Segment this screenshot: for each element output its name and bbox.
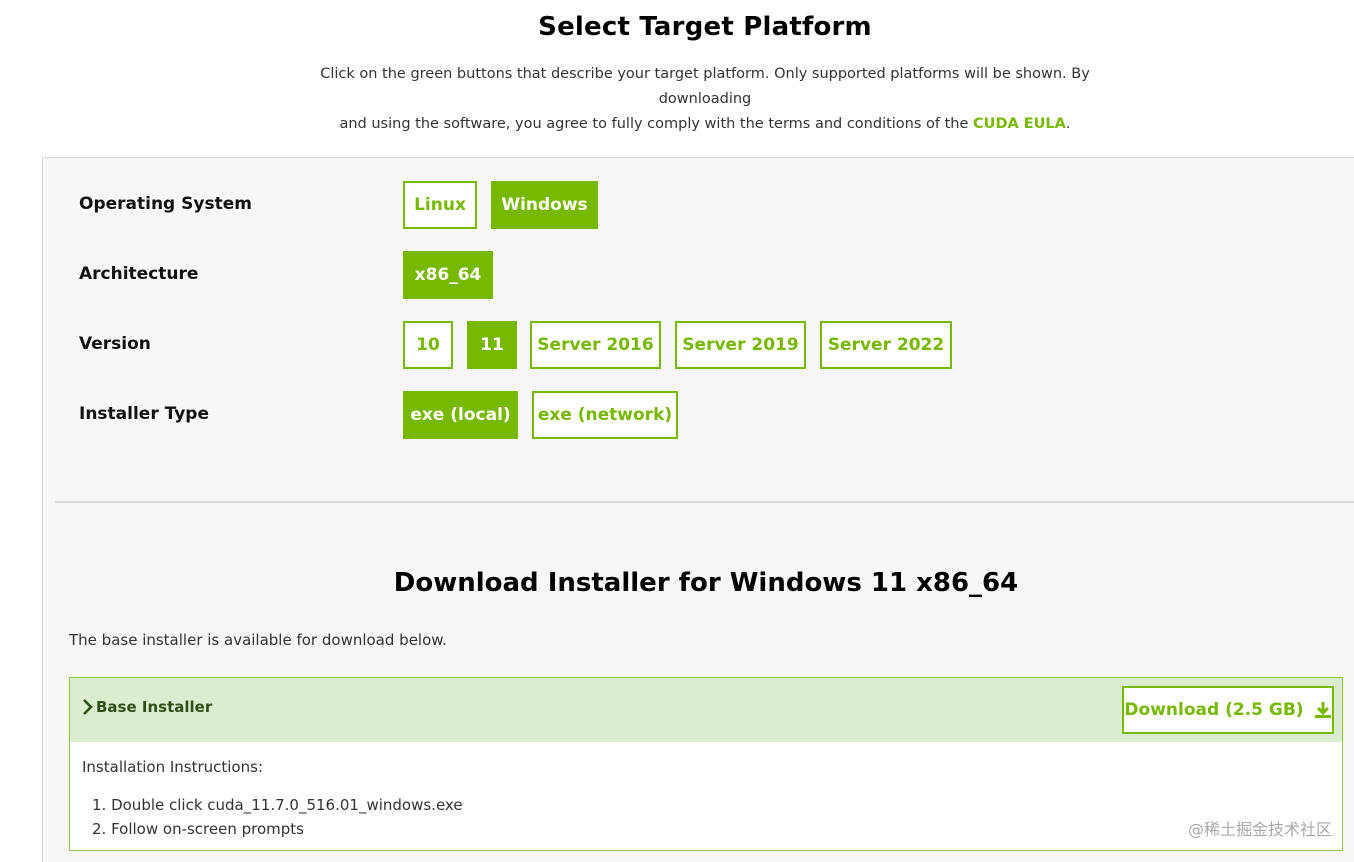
os-label: Operating System <box>79 194 252 214</box>
section-divider <box>55 501 1354 503</box>
description-line-2-end: . <box>1065 116 1071 132</box>
version-label: Version <box>79 334 151 354</box>
download-button[interactable]: Download (2.5 GB) <box>1122 686 1334 734</box>
page: Select Target Platform Click on the gree… <box>0 0 1354 862</box>
version-server-2022-button[interactable]: Server 2022 <box>820 321 952 369</box>
installation-step: 1. Double click cuda_11.7.0_516.01_windo… <box>92 796 463 814</box>
download-icon <box>1314 702 1331 718</box>
installation-instructions-title: Installation Instructions: <box>82 758 263 776</box>
installer-type-label: Installer Type <box>79 404 209 424</box>
arch-x86-64-button[interactable]: x86_64 <box>403 251 493 299</box>
description-line-1: Click on the green buttons that describe… <box>320 66 1090 107</box>
installer-exe-local-button[interactable]: exe (local) <box>403 391 518 439</box>
download-button-label: Download (2.5 GB) <box>1124 700 1304 720</box>
download-description: The base installer is available for down… <box>69 631 447 649</box>
installation-steps: 1. Double click cuda_11.7.0_516.01_windo… <box>92 793 463 841</box>
base-installer-box: Base Installer Download (2.5 GB) Install… <box>69 677 1343 851</box>
os-windows-button[interactable]: Windows <box>491 181 598 229</box>
cuda-eula-link[interactable]: CUDA EULA <box>973 116 1066 132</box>
installer-exe-network-button[interactable]: exe (network) <box>532 391 678 439</box>
architecture-label: Architecture <box>79 264 199 284</box>
installation-step: 2. Follow on-screen prompts <box>92 820 304 838</box>
version-server-2016-button[interactable]: Server 2016 <box>530 321 661 369</box>
base-installer-header[interactable]: Base Installer Download (2.5 GB) <box>70 678 1342 742</box>
platform-selector-panel: Operating System Linux Windows Architect… <box>42 157 1354 862</box>
download-title: Download Installer for Windows 11 x86_64 <box>393 568 1019 598</box>
page-description: Click on the green buttons that describe… <box>280 62 1130 137</box>
os-linux-button[interactable]: Linux <box>403 181 477 229</box>
chevron-right-icon <box>83 699 93 715</box>
base-installer-label: Base Installer <box>96 698 213 716</box>
version-10-button[interactable]: 10 <box>403 321 453 369</box>
page-title: Select Target Platform <box>538 12 872 42</box>
watermark: @稀土掘金技术社区 <box>1187 820 1332 839</box>
version-server-2019-button[interactable]: Server 2019 <box>675 321 806 369</box>
description-line-2: and using the software, you agree to ful… <box>339 116 974 132</box>
version-11-button[interactable]: 11 <box>467 321 517 369</box>
base-installer-toggle[interactable]: Base Installer <box>82 698 212 716</box>
